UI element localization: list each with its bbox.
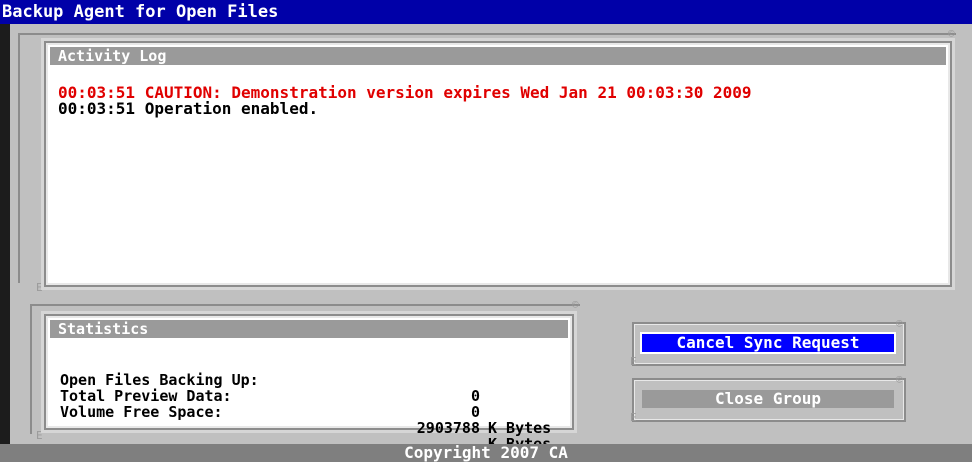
app-window: Backup Agent for Open Files © E Activity…	[0, 0, 972, 462]
edge-mark-icon: E	[630, 355, 637, 368]
stat-value: 0	[470, 403, 480, 421]
stat-row-free-space: Volume Free Space: 2903788 K Bytes	[60, 388, 562, 452]
activity-log-outer-frame	[18, 33, 956, 35]
corner-mark-icon: ©	[896, 373, 903, 386]
activity-log-panel: Activity Log 00:03:51 CAUTION: Demonstra…	[44, 41, 952, 287]
stat-value: 2903788	[416, 419, 480, 437]
edge-mark-icon: E	[630, 411, 637, 424]
statistics-panel: Statistics Open Files Backing Up: 0 Tota…	[44, 314, 574, 452]
stat-row-open-files: Open Files Backing Up: 0	[60, 356, 562, 404]
statistics-outer-frame-left	[30, 304, 32, 434]
corner-mark-icon: ©	[572, 298, 579, 311]
statistics-heading: Statistics	[50, 320, 568, 338]
stat-unit: K Bytes	[488, 419, 552, 437]
edge-mark-icon: E	[36, 429, 43, 442]
copyright-footer: Copyright 2007 CA	[0, 444, 972, 462]
stat-label: Volume Free Space:	[60, 403, 223, 421]
stat-row-preview-data: Total Preview Data: 0 K Bytes	[60, 372, 562, 436]
window-title: Backup Agent for Open Files	[0, 0, 972, 24]
statistics-outer-frame	[30, 304, 580, 306]
edge-mark-icon: E	[36, 281, 43, 294]
close-group-button[interactable]: Close Group	[642, 390, 894, 408]
activity-log-heading: Activity Log	[50, 47, 946, 65]
activity-log-outer-frame-left	[18, 33, 20, 283]
corner-mark-icon: ©	[896, 317, 903, 330]
window-left-edge	[0, 24, 10, 444]
corner-mark-icon: ©	[948, 27, 955, 40]
log-entry-operation: 00:03:51 Operation enabled.	[58, 99, 319, 118]
cancel-sync-request-button[interactable]: Cancel Sync Request	[640, 332, 896, 354]
